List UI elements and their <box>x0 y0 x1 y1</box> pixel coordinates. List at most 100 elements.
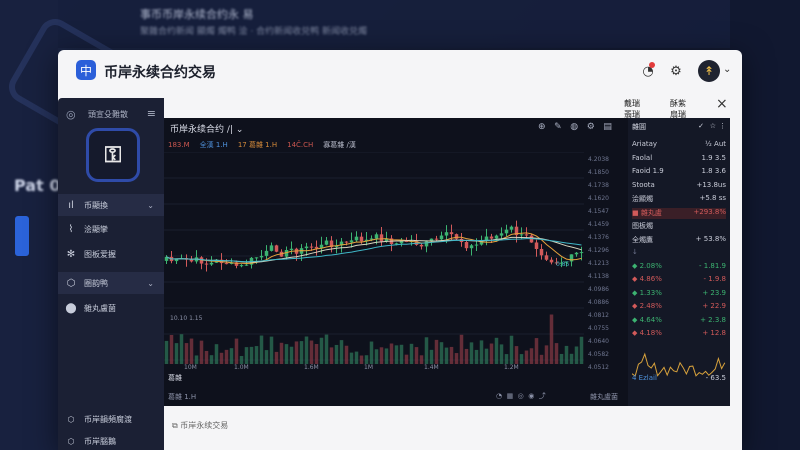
orderbook-row-value: +5.8 ss <box>699 194 726 202</box>
orderbook-row[interactable]: ◆ 1.33% + 23.9 <box>632 289 726 300</box>
chevron-down-icon[interactable]: ⌄ <box>723 64 731 75</box>
orderbook-title: 雜圓 <box>632 123 646 131</box>
chevron-down-icon[interactable]: ⌄ <box>147 279 154 288</box>
price-tick: 4.2038 <box>588 156 609 163</box>
orderbook-footer-right: - 63.5 <box>705 374 726 382</box>
orderbook-row[interactable]: Faoid 1.9 1.8 3.6 <box>632 167 726 178</box>
chevron-down-icon[interactable]: ⌄ <box>236 125 244 135</box>
price-tick: 4.1213 <box>588 260 609 267</box>
price-tick: 4.1738 <box>588 182 609 189</box>
grid-icon[interactable]: ▦ <box>507 392 514 400</box>
settings-icon[interactable]: ⚙ <box>587 122 595 132</box>
orderbook-row-value: +13.8us <box>696 180 726 189</box>
stat-2: 酥紫 扇瑞 <box>670 98 686 120</box>
orderbook-row-value: +293.8% <box>693 207 726 216</box>
orderbook-row[interactable]: 图板燭 <box>632 221 726 232</box>
star-icon[interactable]: ☆ <box>710 122 716 130</box>
sidebar-bottom-item-1[interactable]: ⬡ 币岸韻頻腐渡 <box>58 414 164 425</box>
layout-icon[interactable]: ▤ <box>603 122 612 132</box>
price-axis: 4.2038 4.1850 4.1738 4.1620 4.1547 4.1459 4.13… <box>588 152 628 384</box>
price-tick: 4.1459 <box>588 221 609 228</box>
indicator-label: 全漢 1.H <box>199 141 228 149</box>
orderbook-row[interactable]: ◆ 2.08% - 1.81.9 <box>632 262 726 273</box>
price-tick: 4.1850 <box>588 169 609 176</box>
orderbook-row[interactable]: ■ 雜丸盧 +293.8% <box>632 208 726 219</box>
price-tick: 4.1138 <box>588 273 609 280</box>
sidebar: ◎ 頭宣殳難散 ≡ ⚿ ıl 币顯換 ⌄ ⌇ 浍顯攣 ✻ 图板爱握 ⬡ 圏韵鸭 ⌄ ⬤ 雜丸盧菌 <box>58 98 164 450</box>
orderbook-row-value: + 23.9 <box>702 288 726 297</box>
bell-icon[interactable]: ◔ <box>496 392 502 400</box>
chevron-down-icon[interactable]: ⌄ <box>147 201 154 210</box>
orderbook-row[interactable]: ◆ 2.48% + 22.9 <box>632 302 726 313</box>
price-tick: 4.1547 <box>588 208 609 215</box>
orderbook-row-label: Faoid 1.9 <box>632 167 664 175</box>
price-tick: 4.0640 <box>588 338 609 345</box>
time-tick: 1.4M <box>424 364 439 371</box>
app-logo-icon: ⚿ <box>86 128 140 182</box>
time-tick: 1.2M <box>504 364 519 371</box>
indicator-legend: 183.M 全漢 1.H 17 葛雜 1.H 14Ĉ.CH 寡葛雜 /漢 <box>168 140 366 150</box>
sidebar-item-label: 币顯換 <box>84 200 108 210</box>
orderbook-row[interactable]: ◆ 4.86% - 1.9.8 <box>632 275 726 286</box>
sidebar-item-label: 图板爱握 <box>84 249 116 259</box>
orderbook-row[interactable]: ◆ 4.64% + 2.3.8 <box>632 316 726 327</box>
stat-1: 戴瑞 翡瑞 <box>624 98 640 120</box>
orderbook-panel: 雜圓 ✓ ☆ ⋮ Ariatay ½ Aut Faolal 1.9 3.5 Faoid … <box>628 118 730 406</box>
share-icon[interactable]: ⤴ <box>539 392 546 400</box>
nav-icon: ⌇ <box>68 223 74 235</box>
indicator-label: 183.M <box>168 141 190 149</box>
orderbook-row[interactable]: Ariatay ½ Aut <box>632 140 726 151</box>
close-icon[interactable]: × <box>716 96 728 112</box>
notification-badge <box>649 62 655 68</box>
orderbook-row[interactable]: 全燭鷹 + 53.8% <box>632 235 726 246</box>
orderbook-row[interactable]: Stoota +13.8us <box>632 181 726 192</box>
sidebar-item-5[interactable]: ⬤ 雜丸盧菌 <box>58 297 164 319</box>
orderbook-row-label: ◆ 4.86% <box>632 275 662 283</box>
sidebar-item-3[interactable]: ✻ 图板爱握 <box>58 243 164 265</box>
avatar[interactable]: ↟ <box>698 60 720 82</box>
modal-title: 币岸永续合约交易 <box>104 65 216 81</box>
time-tick: 1.0M <box>234 364 249 371</box>
orderbook-row-label: ↓ <box>632 248 638 256</box>
nav-icon: ✻ <box>66 248 76 260</box>
orderbook-row[interactable]: ↓ <box>632 248 726 259</box>
copy-icon[interactable]: ⧉ <box>172 421 178 430</box>
target-icon[interactable]: ◎ <box>518 392 524 400</box>
crosshair-icon[interactable]: ⊕ <box>538 122 546 132</box>
sidebar-bottom-item-2[interactable]: ⬡ 币岸腦鵝 <box>58 436 164 447</box>
settings-gear-icon[interactable]: ⚙ <box>668 63 684 79</box>
check-icon[interactable]: ✓ <box>698 122 704 130</box>
price-tick: 4.0886 <box>588 299 609 306</box>
indicator-icon[interactable]: ◍ <box>570 122 578 132</box>
orderbook-row[interactable]: Faolal 1.9 3.5 <box>632 154 726 165</box>
sidebar-item-label: 圏韵鸭 <box>84 278 108 288</box>
sidebar-bottom-label: 币岸韻頻腐渡 <box>84 415 132 424</box>
sidebar-item-4[interactable]: ⬡ 圏韵鸭 ⌄ <box>58 272 164 294</box>
orderbook-row[interactable]: ◆ 4.18% + 12.8 <box>632 329 726 340</box>
orderbook-row-label: ◆ 2.48% <box>632 302 662 310</box>
nav-icon: ıl <box>68 199 74 211</box>
more-icon[interactable]: ⋮ <box>719 122 726 130</box>
globe-icon[interactable]: ◎ <box>66 108 76 121</box>
price-tick: 4.0582 <box>588 351 609 358</box>
time-tick: 1M <box>364 364 373 371</box>
draw-icon[interactable]: ✎ <box>554 122 562 132</box>
camera-icon[interactable]: ◉ <box>528 392 534 400</box>
sidebar-item-1[interactable]: ıl 币顯換 ⌄ <box>58 194 164 216</box>
chart-title[interactable]: 币岸永续合约 /| ⌄ <box>170 122 243 135</box>
orderbook-row-value: + 12.8 <box>702 329 726 337</box>
orderbook-row-label: ◆ 4.18% <box>632 329 662 337</box>
sidebar-header: ◎ 頭宣殳難散 ≡ <box>66 106 156 124</box>
shield-logo-icon: 中 <box>76 60 96 80</box>
indicator-label: 寡葛雜 /漢 <box>323 141 356 149</box>
orderbook-row-value: - 1.81.9 <box>698 261 726 270</box>
hex-icon: ⬡ <box>67 415 75 424</box>
menu-icon[interactable]: ≡ <box>147 107 156 120</box>
bg-header <box>0 0 800 48</box>
orderbook-row[interactable]: 浍顯燭 +5.8 ss <box>632 194 726 205</box>
sidebar-item-2[interactable]: ⌇ 浍顯攣 <box>58 218 164 240</box>
sidebar-header-label: 頭宣殳難散 <box>88 110 128 119</box>
bg-subtitle: 聚雜合约新闻 顯燭 燭鸭 浍 · 合约新闻收兑鸭 新闻收兑燭 <box>140 27 368 37</box>
candlestick-chart[interactable]: 10.10 1.15 0.85 葛雜 <box>164 152 584 384</box>
sidebar-bottom-label: 币岸腦鵝 <box>84 437 116 446</box>
